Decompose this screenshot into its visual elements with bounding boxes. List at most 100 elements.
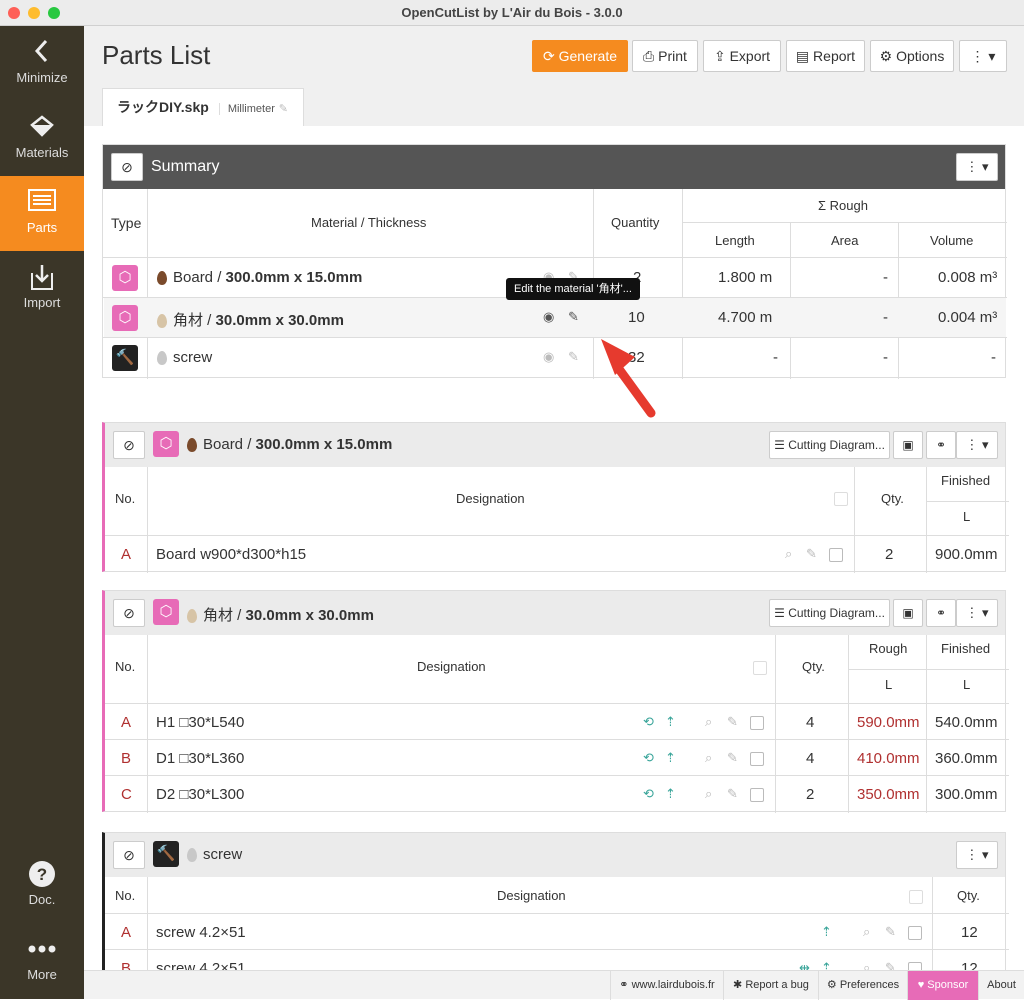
group-menu-button[interactable]: ⋮ ▾ [956, 841, 998, 869]
part-letter: A [121, 714, 132, 731]
generate-button[interactable]: ⟳ Generate [532, 40, 628, 72]
checkbox[interactable] [829, 548, 843, 563]
group-menu-button[interactable]: ⋮ ▾ [956, 431, 998, 459]
toggle-visibility-button[interactable]: ⊘ [113, 599, 145, 627]
print-label: Print [658, 48, 687, 64]
sidebar-item-doc[interactable]: ? Doc. [0, 848, 84, 923]
divider [682, 189, 683, 379]
area-value: - [883, 309, 888, 326]
export-button[interactable]: ⇪ Export [703, 40, 781, 72]
eye-slash-icon: ⊘ [123, 437, 135, 453]
cutting-diagram-button[interactable]: ☰ Cutting Diagram... [769, 431, 890, 459]
pencil-icon[interactable]: ✎ [568, 349, 579, 365]
generate-label: Generate [558, 48, 617, 64]
checkbox[interactable] [834, 491, 848, 506]
link-button[interactable]: ⚭ [926, 599, 956, 627]
checkbox[interactable] [908, 926, 922, 941]
search-icon[interactable]: ⌕ [705, 750, 712, 766]
row-checkbox[interactable] [750, 714, 764, 731]
website-link[interactable]: ⚭ www.lairdubois.fr [610, 971, 723, 1000]
window-title: OpenCutList by L'Air du Bois - 3.0.0 [401, 5, 623, 20]
options-label: Options [896, 48, 945, 64]
chevron-left-icon [0, 38, 84, 66]
print-button[interactable]: ⎙ Print [632, 40, 698, 72]
about-link[interactable]: About [978, 971, 1024, 1000]
select-all-checkbox[interactable] [834, 491, 848, 506]
sidebar-item-import[interactable]: Import [0, 251, 84, 326]
checkbox[interactable] [750, 716, 764, 731]
preferences-link[interactable]: ⚙ Preferences [818, 971, 907, 1000]
divider [147, 467, 148, 573]
row-checkbox[interactable] [908, 924, 922, 941]
kebab-menu-icon: ⋮ ▾ [965, 159, 989, 174]
sidebar: Minimize Materials Parts Import ? Doc. M… [0, 26, 84, 999]
toggle-visibility-button[interactable]: ⊘ [113, 431, 145, 459]
sidebar-item-label: Doc. [28, 892, 56, 907]
down-circle-icon[interactable]: ◉ [543, 309, 554, 325]
report-button[interactable]: ▤ Report [786, 40, 865, 72]
material-name: Board [173, 269, 214, 286]
svg-text:?: ? [37, 865, 47, 884]
search-icon[interactable]: ⌕ [705, 786, 712, 802]
pencil-icon[interactable]: ✎ [727, 714, 738, 730]
column-header-material: Material / Thickness [311, 215, 427, 230]
search-icon[interactable]: ⌕ [785, 546, 792, 562]
options-button[interactable]: ⚙ Options [870, 40, 954, 72]
volume-value: - [991, 349, 996, 366]
divider [848, 635, 849, 813]
labels-button[interactable]: ▣ [893, 599, 923, 627]
checkbox[interactable] [750, 788, 764, 803]
checkbox[interactable] [909, 890, 923, 905]
summary-menu-button[interactable]: ⋮ ▾ [956, 153, 998, 181]
sidebar-item-minimize[interactable]: Minimize [0, 26, 84, 101]
toggle-visibility-button[interactable]: ⊘ [111, 153, 143, 181]
pencil-icon[interactable]: ✎ [279, 103, 288, 115]
tooltip: Edit the material '角材'... [506, 278, 640, 300]
cutting-diagram-icon: ☰ [774, 438, 785, 452]
minimize-window-button[interactable] [28, 7, 40, 19]
group-menu-button[interactable]: ⋮ ▾ [956, 599, 998, 627]
paint-bucket-icon [0, 113, 84, 141]
link-button[interactable]: ⚭ [926, 431, 956, 459]
sidebar-item-parts[interactable]: Parts [0, 176, 84, 251]
report-icon: ▤ [795, 48, 810, 64]
import-icon [0, 263, 84, 291]
eye-slash-icon: ⊘ [123, 847, 135, 863]
part-designation: D1 □30*L360 [156, 750, 245, 767]
checkbox[interactable] [753, 661, 767, 676]
labels-button[interactable]: ▣ [893, 431, 923, 459]
material-color-swatch [157, 351, 167, 366]
select-all-checkbox[interactable] [753, 659, 767, 676]
cutting-diagram-button[interactable]: ☰ Cutting Diagram... [769, 599, 890, 627]
row-checkbox[interactable] [829, 546, 843, 563]
pencil-icon[interactable]: ✎ [568, 309, 579, 325]
down-circle-icon[interactable]: ◉ [543, 349, 554, 365]
divider [927, 501, 1009, 502]
more-menu-button[interactable]: ⋮ ▾ [959, 40, 1007, 72]
column-header-length: Length [715, 233, 755, 248]
group-title: Board / 300.0mm x 15.0mm [187, 436, 392, 453]
search-icon[interactable]: ⌕ [705, 714, 712, 730]
select-all-checkbox[interactable] [909, 888, 923, 905]
search-icon[interactable]: ⌕ [863, 924, 870, 940]
part-designation: D2 □30*L300 [156, 786, 245, 803]
part-designation: H1 □30*L540 [156, 714, 245, 731]
pencil-icon[interactable]: ✎ [885, 924, 896, 940]
toggle-visibility-button[interactable]: ⊘ [113, 841, 145, 869]
pencil-icon[interactable]: ✎ [806, 546, 817, 562]
sidebar-item-materials[interactable]: Materials [0, 101, 84, 176]
row-checkbox[interactable] [750, 750, 764, 767]
checkbox[interactable] [750, 752, 764, 767]
report-bug-link[interactable]: ✱ Report a bug [723, 971, 818, 1000]
zoom-window-button[interactable] [48, 7, 60, 19]
column-header-qty: Qty. [957, 888, 980, 903]
model-tab[interactable]: ラックDIY.skp Millimeter ✎ [102, 88, 304, 126]
pencil-icon[interactable]: ✎ [727, 750, 738, 766]
sidebar-item-more[interactable]: More [0, 923, 84, 998]
sponsor-button[interactable]: ♥ Sponsor [907, 971, 978, 1000]
pencil-icon[interactable]: ✎ [727, 786, 738, 802]
close-window-button[interactable] [8, 7, 20, 19]
row-checkbox[interactable] [750, 786, 764, 803]
eye-slash-icon: ⊘ [123, 605, 135, 621]
divider [103, 337, 1007, 338]
